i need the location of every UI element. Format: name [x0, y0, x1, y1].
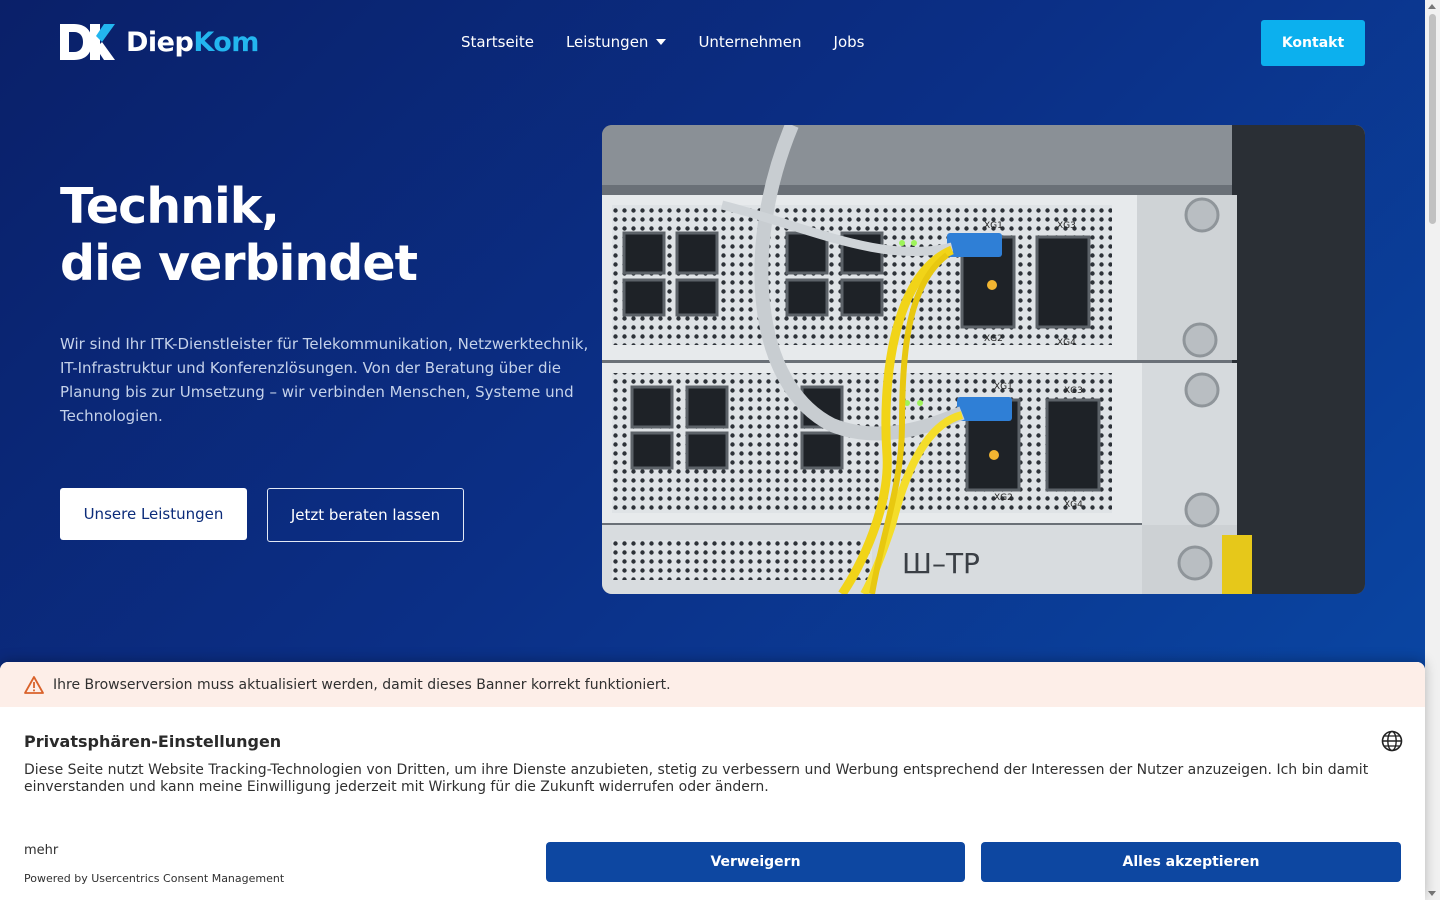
network-switch-illustration: XG1 XG3 XG2 XG4 XG1 XG3 XG2 XG4 Ш–ТР: [602, 125, 1365, 594]
deny-button[interactable]: Verweigern: [546, 842, 965, 882]
nav-label: Unternehmen: [698, 33, 802, 51]
accept-all-button[interactable]: Alles akzeptieren: [981, 842, 1401, 882]
contact-button[interactable]: Kontakt: [1261, 20, 1365, 66]
warning-icon: [24, 675, 44, 694]
hero-title: Technik, die verbindet: [60, 178, 418, 292]
services-button[interactable]: Unsere Leistungen: [60, 488, 247, 540]
consent-banner: Ihre Browserversion muss aktualisiert we…: [0, 662, 1425, 900]
globe-icon[interactable]: [1381, 730, 1403, 752]
nav-item-startseite[interactable]: Startseite: [461, 33, 534, 51]
more-link[interactable]: mehr: [24, 843, 58, 858]
nav-item-unternehmen[interactable]: Unternehmen: [698, 33, 801, 51]
scrollbar-thumb[interactable]: [1429, 14, 1436, 224]
hero-description: Wir sind Ihr ITK-Dienstleister für Telek…: [60, 335, 589, 425]
scroll-down-icon[interactable]: [1428, 891, 1436, 896]
port-label: XG4: [1064, 500, 1083, 510]
caret-down-icon: [656, 39, 667, 45]
port-label: XG3: [1064, 386, 1083, 396]
nav-item-leistungen[interactable]: Leistungen: [565, 33, 667, 51]
warning-text: Ihre Browserversion muss aktualisiert we…: [53, 676, 671, 693]
consultation-button[interactable]: Jetzt beraten lassen: [267, 488, 464, 542]
nav-label: Jobs: [833, 33, 865, 51]
port-label: XG2: [994, 493, 1013, 503]
main-nav: Startseite Leistungen Unternehmen Jobs: [461, 33, 864, 51]
network-switch-image: XG1 XG3 XG2 XG4 XG1 XG3 XG2 XG4 Ш–ТР: [602, 125, 1365, 594]
scrollbar[interactable]: [1425, 0, 1440, 900]
browser-warning: Ihre Browserversion muss aktualisiert we…: [0, 662, 1425, 707]
scroll-up-icon[interactable]: [1428, 4, 1436, 9]
port-label: XG3: [1057, 221, 1076, 231]
logo-mark-icon: [60, 24, 115, 60]
hero-title-line1: Technik,: [60, 178, 280, 235]
nav-item-jobs[interactable]: Jobs: [834, 33, 865, 51]
panel-label: Ш–ТР: [902, 547, 980, 580]
port-label: XG1: [984, 221, 1003, 231]
hero-title-line2: die verbindet: [60, 235, 418, 292]
consent-text: Diese Seite nutzt Website Tracking-Techn…: [24, 762, 1369, 795]
logo-text-kom: Kom: [193, 26, 259, 58]
nav-label: Leistungen: [565, 33, 649, 51]
powered-by-text: Powered by Usercentrics Consent Manageme…: [24, 872, 285, 885]
port-label: XG2: [984, 334, 1003, 344]
logo-text: DiepKom: [126, 27, 259, 58]
nav-label: Startseite: [461, 33, 534, 51]
consent-title: Privatsphären-Einstellungen: [24, 732, 282, 751]
port-label: XG1: [994, 382, 1013, 392]
logo-text-diep: Diep: [126, 26, 194, 58]
logo[interactable]: DiepKom: [60, 22, 259, 62]
port-label: XG4: [1057, 338, 1076, 348]
